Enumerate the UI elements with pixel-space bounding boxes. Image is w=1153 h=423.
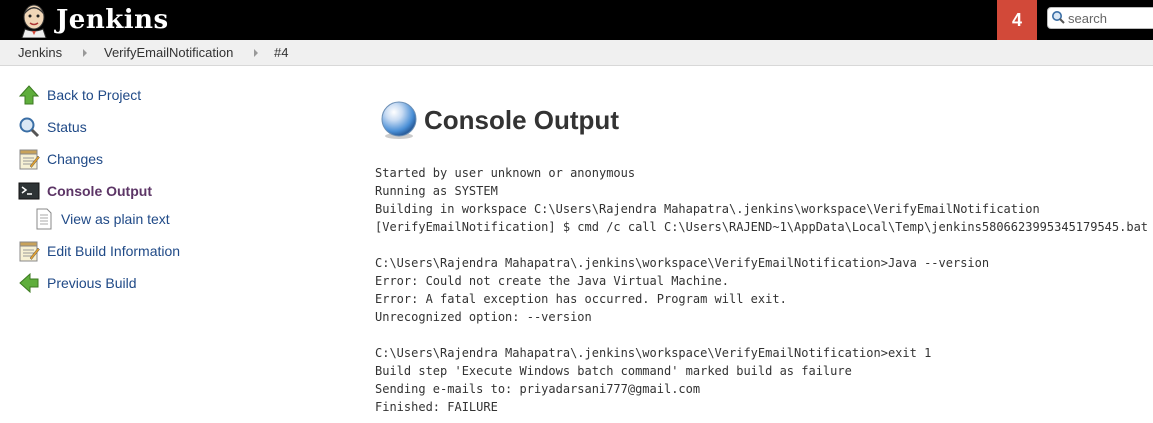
sidebar-item-label: Previous Build (47, 275, 137, 291)
console-line: [VerifyEmailNotification] $ cmd /c call … (375, 220, 1149, 234)
console-line: Started by user unknown or anonymous (375, 166, 636, 180)
breadcrumb-item-jenkins[interactable]: Jenkins (18, 40, 62, 65)
console-line: Error: Could not create the Java Virtual… (375, 274, 730, 288)
console-output-text: Started by user unknown or anonymous Run… (375, 164, 1148, 416)
breadcrumb-item-job[interactable]: VerifyEmailNotification (104, 40, 233, 65)
breadcrumb: Jenkins VerifyEmailNotification #4 (0, 40, 1153, 66)
breadcrumb-separator-icon[interactable] (83, 49, 87, 57)
breadcrumb-item-build[interactable]: #4 (274, 40, 288, 65)
notification-count-badge[interactable]: 4 (997, 0, 1037, 40)
console-line: Building in workspace C:\Users\Rajendra … (375, 202, 1040, 216)
sidebar-item-label: Back to Project (47, 87, 142, 103)
console-line: Finished: FAILURE (375, 400, 498, 414)
console-line: Error: A fatal exception has occurred. P… (375, 292, 787, 306)
notepad-edit-icon (19, 241, 40, 262)
sidebar-item-label: View as plain text (61, 211, 170, 227)
top-header: Jenkins 4 (0, 0, 1153, 40)
search-icon (1052, 11, 1065, 24)
jenkins-butler-logo-icon[interactable] (16, 2, 52, 38)
brand-title[interactable]: Jenkins (56, 2, 169, 38)
document-icon (36, 208, 52, 230)
notepad-icon (19, 149, 40, 170)
sidebar-item-label: Changes (47, 151, 104, 167)
search-input[interactable] (1068, 8, 1153, 28)
magnifier-icon (19, 117, 40, 138)
page-title: Console Output (424, 105, 619, 135)
console-line: C:\Users\Rajendra Mahapatra\.jenkins\wor… (375, 346, 932, 360)
sidebar-item-label: Status (47, 119, 87, 135)
up-arrow-icon (18, 85, 40, 105)
console-line: Unrecognized option: --version (375, 310, 592, 324)
breadcrumb-separator-icon[interactable] (254, 49, 258, 57)
sidebar-item-label: Edit Build Information (47, 243, 181, 259)
console-line: Build step 'Execute Windows batch comman… (375, 364, 852, 378)
sidebar-item-label: Console Output (47, 183, 152, 199)
terminal-icon (18, 182, 40, 200)
build-status-ball-icon (381, 101, 417, 139)
left-arrow-icon (19, 272, 39, 294)
console-line: Running as SYSTEM (375, 184, 498, 198)
console-line: Sending e-mails to: priyadarsani777@gmai… (375, 382, 701, 396)
search-box[interactable] (1047, 7, 1153, 29)
console-line: C:\Users\Rajendra Mahapatra\.jenkins\wor… (375, 256, 990, 270)
